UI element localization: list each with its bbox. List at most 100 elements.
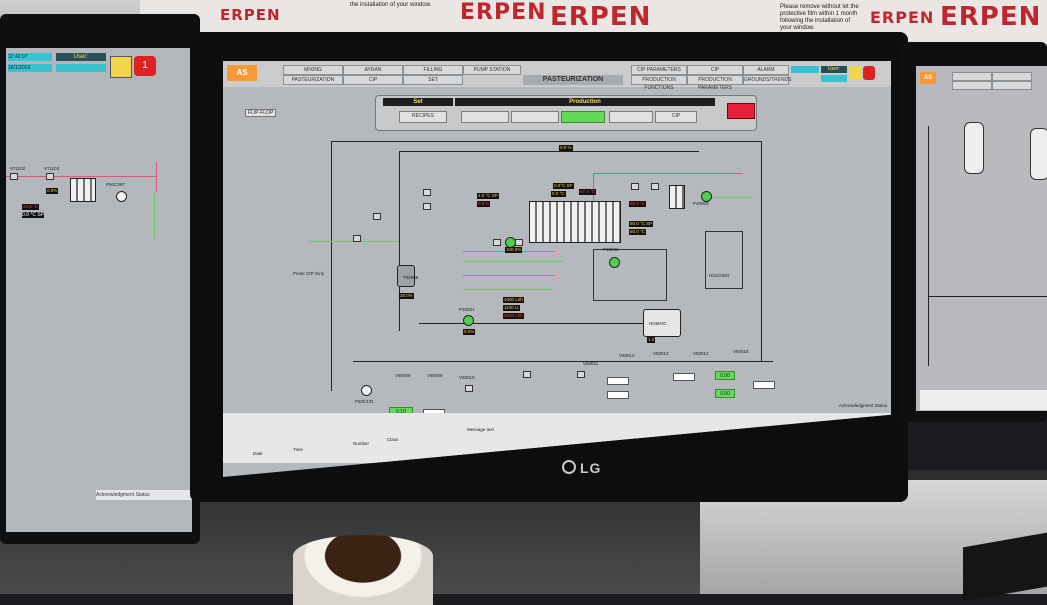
folder-icon[interactable] [110,56,132,78]
valve-label: V71102 [10,166,26,171]
company-logo: AS [227,65,257,81]
pump-label: P50C101 [355,399,374,404]
process-line [331,141,332,391]
banner-brand: ERPEN [550,2,652,32]
valve-icon[interactable] [423,189,431,196]
valve-icon[interactable] [523,371,531,378]
column-header: Number [353,441,370,446]
date-display: 16/1/2016 [8,64,52,72]
banner-brand: ERPEN [940,2,1042,32]
alarm-icon[interactable] [863,66,875,80]
tab-production-functions[interactable]: PRODUCTION FUNCTIONS [631,75,687,91]
process-line [399,151,400,331]
valve-icon[interactable] [373,213,381,220]
status-bar: Acknowledgment Status [96,490,192,500]
tab-cip-controls[interactable]: CIP CONTROLS/LOGGING [687,65,743,81]
monitor-brand: LG [580,460,602,476]
pump-icon[interactable] [116,191,127,202]
tab-ayran[interactable]: AYRAN [343,65,403,75]
prod-cip-inlet-label: Prose CIP Giriş [293,271,324,276]
valve-label: V50009 [395,373,411,378]
valve-icon[interactable] [493,239,501,246]
setpoint-readout: 60.0 °C SP [629,221,654,227]
tab[interactable] [992,72,1032,81]
percent-readout: 100.0% [505,247,523,253]
product-pipe [6,176,156,177]
tab[interactable] [992,81,1032,90]
temperature-readout: 22.9 °C [22,204,40,210]
tab-set[interactable]: SET [403,75,463,85]
volume-readout: 1100 Lt [503,305,520,311]
company-logo: AS [920,72,936,84]
valve-icon[interactable] [353,235,361,242]
percent-readout: 0.0 % [559,145,573,151]
tab-cip-parameters[interactable]: CIP PARAMETERS [631,65,687,75]
temperature-readout: 4.0 °C SP [477,193,499,199]
tab[interactable] [952,72,992,81]
pump-icon[interactable] [609,257,620,268]
temperature-readout: 67.4 °C [579,189,597,195]
user-field[interactable] [56,64,106,72]
pump-icon[interactable] [463,315,474,326]
folder-icon[interactable] [849,66,861,80]
process-line [928,126,929,366]
recipes-button[interactable]: RECIPES [399,111,447,123]
value-box [607,391,629,399]
emergency-stop-button[interactable] [727,103,755,119]
mode-button[interactable] [511,111,559,123]
green-line [463,289,553,290]
process-line [928,296,1047,297]
column-header: Time [293,447,303,452]
valve-icon[interactable] [577,371,585,378]
process-line [399,151,699,152]
valve-label: V50015 [733,349,749,354]
user-label: User: [56,53,106,61]
tab-alarm[interactable]: ALARM [743,65,789,75]
tank-label: T50008 [403,275,419,280]
production-start-button[interactable] [561,111,605,123]
lg-logo-icon [562,460,576,474]
tab-pasteurization[interactable]: PASTEURIZATION [283,75,343,85]
valve-icon[interactable] [10,173,18,180]
temperature-readout: 60.0 °C [629,229,647,235]
tab-mixing[interactable]: MIXING [283,65,343,75]
tab-cip[interactable]: CIP [343,75,403,85]
time-display: 12:42:07 [8,53,52,61]
valve-icon[interactable] [46,173,54,180]
column-header: Message text [467,427,494,432]
status-tag[interactable]: 0.50 [715,389,735,398]
valve-label: V50013 [653,351,669,356]
production-label: Production [455,98,715,106]
mode-button[interactable] [461,111,509,123]
banner-brand: ERPEN [870,8,935,27]
valve-icon[interactable] [631,183,639,190]
valve-label: V50014 [693,351,709,356]
valve-icon[interactable] [651,183,659,190]
pump-icon[interactable] [361,385,372,396]
message-list[interactable] [920,390,1047,410]
valve-icon[interactable] [465,385,473,392]
pump-label: P20002 [603,247,619,252]
coffee-cup [293,535,433,605]
valve-icon[interactable] [515,239,523,246]
heat-exchanger [70,178,96,202]
status-tag[interactable]: 0.00 [715,371,735,380]
tab-filling[interactable]: FILLING [403,65,463,75]
user-field[interactable] [821,75,847,82]
banner-text: Please remove without let the protective… [780,4,859,31]
alarm-bell-icon[interactable]: 1 [134,56,156,76]
user-label: User: [821,66,847,73]
flip-flop-selector[interactable]: FLIP-FLOP [245,109,277,117]
tab-grounds-trends[interactable]: GROUNDS/TRENDS [743,75,792,85]
tab-pump-station[interactable]: PUMP STATION [463,65,521,75]
valve-label: V50011 [583,361,599,366]
level-readout: 1.0 [647,337,656,343]
product-pipe [156,162,157,192]
set-label: Set [383,98,453,106]
valve-label: V50012 [619,353,635,358]
mode-button[interactable] [609,111,653,123]
tab[interactable] [952,81,992,90]
cip-button[interactable]: CIP [655,111,697,123]
tab-production-parameters[interactable]: PRODUCTION PARAMETERS [687,75,743,91]
valve-icon[interactable] [423,203,431,210]
